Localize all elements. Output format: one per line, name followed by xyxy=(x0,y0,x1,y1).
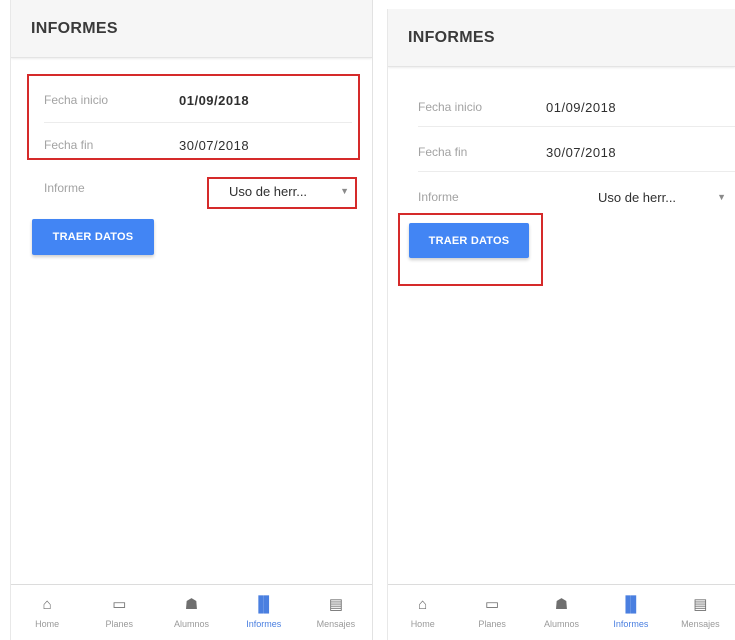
divider xyxy=(418,171,735,172)
page-header: INFORMES xyxy=(11,0,372,58)
highlight-box-dates xyxy=(27,74,360,160)
people-icon: ☗ xyxy=(554,596,569,613)
page-title: INFORMES xyxy=(31,19,118,37)
highlight-box-select xyxy=(207,177,357,209)
nav-item-planes[interactable]: ▭ Planes xyxy=(83,585,155,640)
bottom-navigation: ⌂ Home ▭ Planes ☗ Alumnos ▐▌ Informes ▤ … xyxy=(388,584,735,640)
fecha-fin-value[interactable]: 30/07/2018 xyxy=(546,145,616,160)
bottom-navigation: ⌂ Home ▭ Planes ☗ Alumnos ▐▌ Informes ▤ … xyxy=(11,584,372,640)
informe-select-value: Uso de herr... xyxy=(598,189,677,205)
home-icon: ⌂ xyxy=(42,596,52,613)
left-screen: INFORMES Fecha inicio 01/09/2018 Fecha f… xyxy=(10,0,373,640)
message-icon: ▤ xyxy=(328,596,343,613)
bar-chart-icon: ▐▌ xyxy=(620,596,642,613)
fecha-fin-label: Fecha fin xyxy=(418,145,468,159)
informe-label: Informe xyxy=(418,190,459,204)
nav-item-planes[interactable]: ▭ Planes xyxy=(457,585,526,640)
message-icon: ▤ xyxy=(693,596,708,613)
page-header: INFORMES xyxy=(388,9,735,67)
dropdown-caret-icon: ▼ xyxy=(717,192,726,202)
nav-item-mensajes[interactable]: ▤ Mensajes xyxy=(666,585,735,640)
divider xyxy=(418,126,735,127)
clipboard-icon: ▭ xyxy=(485,596,500,613)
highlight-box-button xyxy=(398,213,543,286)
people-icon: ☗ xyxy=(184,596,199,613)
nav-item-informes[interactable]: ▐▌ Informes xyxy=(596,585,665,640)
right-screen: INFORMES Fecha inicio 01/09/2018 Fecha f… xyxy=(387,9,735,640)
informe-label: Informe xyxy=(44,181,85,195)
home-icon: ⌂ xyxy=(418,596,428,613)
page-title: INFORMES xyxy=(408,28,495,46)
fecha-fin-row[interactable]: Fecha fin 30/07/2018 xyxy=(418,134,735,170)
nav-item-alumnos[interactable]: ☗ Alumnos xyxy=(527,585,596,640)
nav-item-home[interactable]: ⌂ Home xyxy=(388,585,457,640)
fecha-inicio-value[interactable]: 01/09/2018 xyxy=(546,100,616,115)
fecha-inicio-label: Fecha inicio xyxy=(418,100,483,114)
bar-chart-icon: ▐▌ xyxy=(253,596,275,613)
clipboard-icon: ▭ xyxy=(112,596,127,613)
nav-item-mensajes[interactable]: ▤ Mensajes xyxy=(300,585,372,640)
fecha-inicio-row[interactable]: Fecha inicio 01/09/2018 xyxy=(418,89,735,125)
traer-datos-button[interactable]: TRAER DATOS xyxy=(32,219,154,255)
nav-item-home[interactable]: ⌂ Home xyxy=(11,585,83,640)
nav-item-informes[interactable]: ▐▌ Informes xyxy=(228,585,300,640)
nav-item-alumnos[interactable]: ☗ Alumnos xyxy=(155,585,227,640)
informe-select[interactable]: Uso de herr... ▼ xyxy=(598,186,726,208)
